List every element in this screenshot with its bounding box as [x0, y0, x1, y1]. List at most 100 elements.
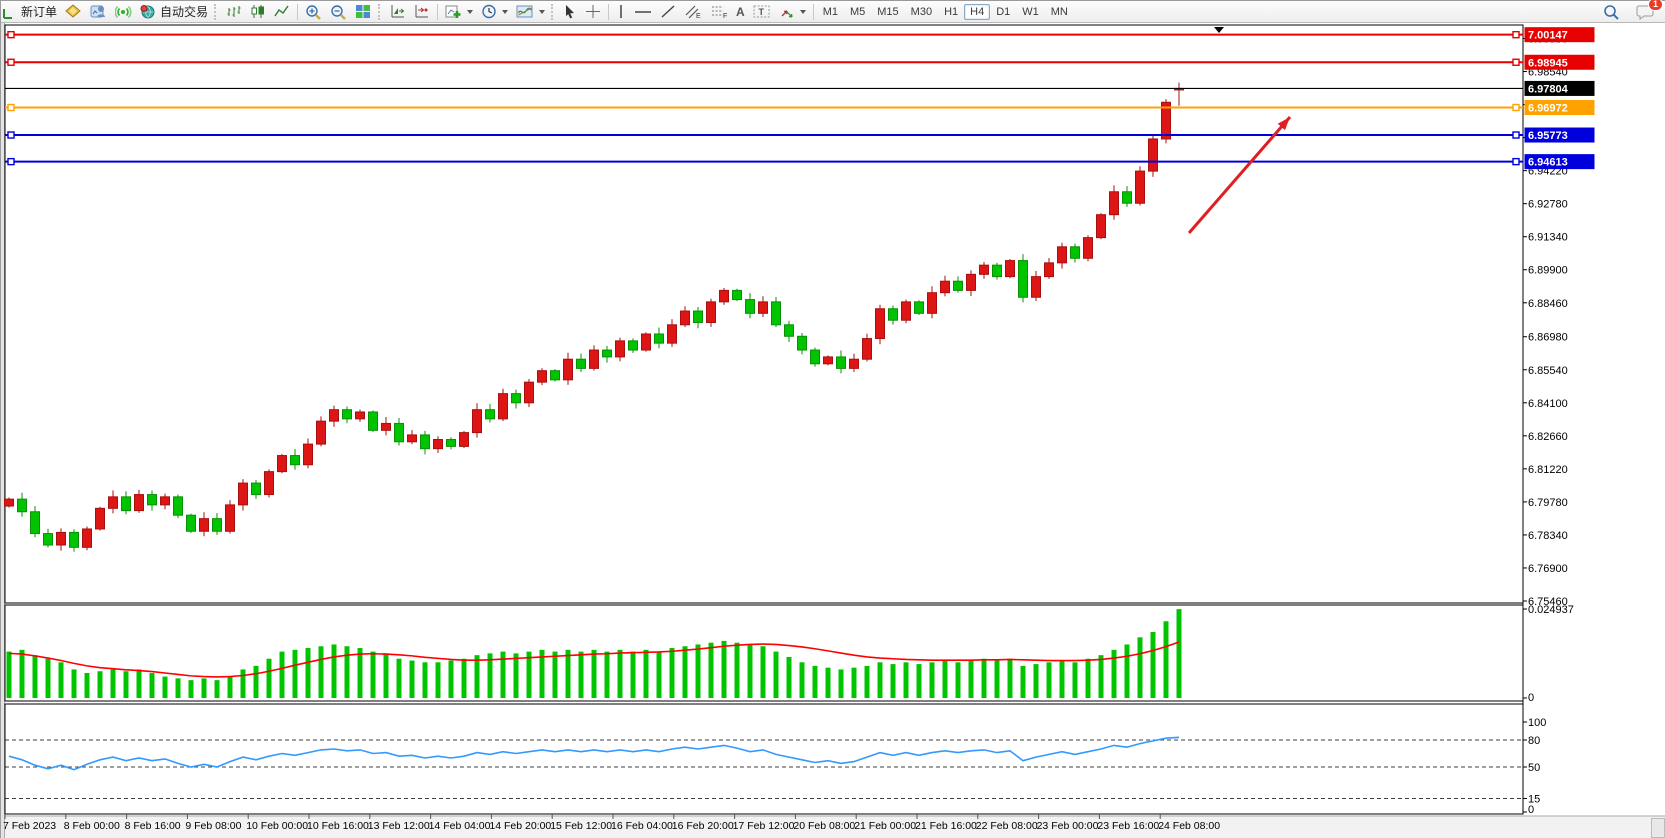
candle-body: [993, 265, 1002, 276]
market-watch-button[interactable]: [61, 2, 86, 22]
tile-windows-button[interactable]: [351, 2, 376, 22]
line-handle[interactable]: [8, 159, 14, 165]
zoom-out-button[interactable]: [326, 2, 351, 22]
line-handle[interactable]: [1513, 159, 1519, 165]
date-label: 17 Feb 12:00: [733, 820, 795, 832]
candle-body: [161, 497, 170, 505]
data-window-button[interactable]: [86, 2, 111, 22]
line-handle[interactable]: [8, 59, 14, 65]
navigator-button[interactable]: [111, 2, 136, 22]
chart-shift-button[interactable]: [386, 2, 410, 22]
macd-max-label: 0.024937: [1528, 604, 1574, 616]
line-handle[interactable]: [8, 132, 14, 138]
crosshair-icon: [585, 4, 601, 19]
price-tick-label: 6.85540: [1528, 365, 1568, 377]
macd-histogram-bar: [137, 669, 142, 698]
chevron-down-icon: [467, 10, 473, 14]
crosshair-button[interactable]: [581, 2, 605, 22]
new-order-button[interactable]: 新订单: [17, 2, 61, 22]
indicators-button[interactable]: [512, 2, 549, 22]
macd-histogram-bar: [748, 644, 753, 698]
timeframe-button-d1[interactable]: D1: [990, 4, 1016, 20]
candle-body: [707, 302, 716, 323]
notifications-button[interactable]: 1: [1632, 2, 1658, 22]
horizontal-line-button[interactable]: [630, 2, 656, 22]
timeframe-button-m15[interactable]: M15: [871, 4, 904, 20]
trendline-button[interactable]: [656, 2, 680, 22]
arrows-tool-button[interactable]: [775, 2, 810, 22]
timeframe-button-w1[interactable]: W1: [1016, 4, 1045, 20]
macd-histogram-bar: [696, 644, 701, 698]
price-badge-label: 6.98945: [1528, 57, 1568, 69]
bar-chart-button[interactable]: [222, 2, 246, 22]
macd-histogram-bar: [709, 643, 714, 698]
candle-body: [317, 421, 326, 444]
signal-icon: [115, 4, 132, 19]
macd-histogram-bar: [267, 659, 272, 698]
macd-histogram-bar: [1138, 637, 1143, 698]
candle-body: [499, 394, 508, 419]
macd-histogram-bar: [904, 662, 909, 698]
macd-histogram-bar: [956, 662, 961, 698]
chart-canvas[interactable]: 6.999806.985406.971006.956606.942206.927…: [1, 23, 1665, 838]
line-handle[interactable]: [8, 32, 14, 38]
line-handle[interactable]: [1513, 59, 1519, 65]
autotrading-button[interactable]: 自动交易: [136, 2, 212, 22]
price-tick-label: 6.91340: [1528, 232, 1568, 244]
line-handle[interactable]: [1513, 132, 1519, 138]
date-label: 8 Feb 16:00: [125, 820, 181, 832]
chart-area[interactable]: USDCNH, H4 6.97774 6.98058 6.97047 6.978…: [1, 23, 1665, 838]
candle-body: [148, 495, 157, 505]
line-handle[interactable]: [1513, 105, 1519, 111]
macd-histogram-bar: [592, 650, 597, 698]
price-tick-label: 6.78340: [1528, 530, 1568, 542]
timeframe-button-m1[interactable]: M1: [817, 4, 844, 20]
timeframe-button-m30[interactable]: M30: [905, 4, 938, 20]
toolbar-grip: [378, 4, 384, 20]
toolbar: 新订单 自动交易: [1, 1, 1665, 23]
line-handle[interactable]: [1513, 32, 1519, 38]
candlestick-chart-button[interactable]: [246, 2, 270, 22]
candle-body: [1071, 247, 1080, 258]
timeframe-button-h4[interactable]: H4: [964, 4, 990, 20]
macd-histogram-bar: [553, 652, 558, 698]
search-button[interactable]: [1599, 2, 1624, 22]
candle-body: [863, 339, 872, 360]
cursor-button[interactable]: [559, 2, 581, 22]
macd-histogram-bar: [631, 652, 636, 698]
date-label: 23 Feb 00:00: [1037, 820, 1099, 832]
candle-body: [733, 290, 742, 299]
candle-body: [512, 394, 521, 403]
candle-body: [408, 435, 417, 442]
resize-corner[interactable]: [1651, 818, 1665, 838]
macd-histogram-bar: [72, 669, 77, 698]
timeframe-button-h1[interactable]: H1: [938, 4, 964, 20]
candle-body: [876, 309, 885, 339]
new-chart-icon: [445, 4, 462, 19]
macd-histogram-bar: [462, 659, 467, 698]
candle-body: [57, 532, 66, 545]
candle-body: [135, 495, 144, 511]
candle-body: [772, 302, 781, 325]
period-button[interactable]: [477, 2, 512, 22]
line-chart-button[interactable]: [270, 2, 294, 22]
fibonacci-button[interactable]: F: [706, 2, 732, 22]
date-label: 16 Feb 20:00: [672, 820, 734, 832]
candle-body: [96, 508, 105, 529]
candle-body: [980, 265, 989, 274]
text-tool-button[interactable]: A: [732, 2, 749, 22]
timeframe-button-mn[interactable]: MN: [1045, 4, 1074, 20]
candle-body: [824, 357, 833, 364]
auto-scroll-button[interactable]: [410, 2, 434, 22]
candle-body: [1097, 215, 1106, 238]
zoom-in-button[interactable]: [301, 2, 326, 22]
equidistant-channel-button[interactable]: E: [680, 2, 706, 22]
search-icon: [1603, 4, 1620, 20]
timeframe-button-m5[interactable]: M5: [844, 4, 871, 20]
macd-histogram-bar: [124, 671, 129, 698]
line-handle[interactable]: [8, 105, 14, 111]
text-label-button[interactable]: T: [749, 2, 775, 22]
new-chart-button[interactable]: [441, 2, 477, 22]
candle-body: [187, 515, 196, 531]
vertical-line-button[interactable]: [612, 2, 630, 22]
